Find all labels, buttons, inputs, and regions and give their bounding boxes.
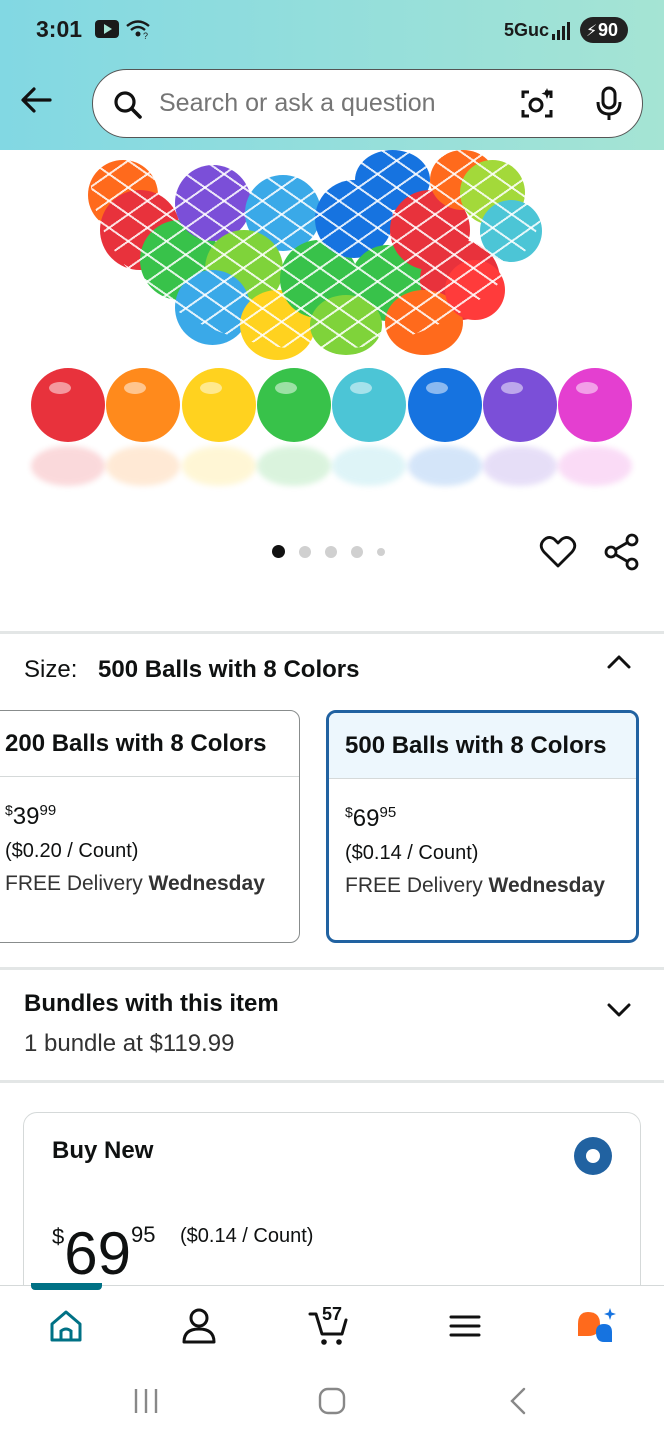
size-option-price: $3999 xyxy=(5,802,57,830)
chevron-down-icon[interactable] xyxy=(604,998,634,1022)
signal-icon xyxy=(552,22,570,40)
buy-new-radio[interactable] xyxy=(574,1137,612,1175)
status-bar: 3:01 ? 5Guc ⚡ 90 xyxy=(0,0,664,62)
size-option-per-count: ($0.14 / Count) xyxy=(345,842,479,864)
battery-indicator: ⚡ 90 xyxy=(580,17,628,43)
size-option-price: $6995 xyxy=(345,804,397,832)
size-option-per-count: ($0.20 / Count) xyxy=(5,840,139,862)
camera-search-icon[interactable] xyxy=(519,86,555,122)
size-option-delivery: FREE Delivery Wednesday xyxy=(345,874,605,897)
size-selected-value: 500 Balls with 8 Colors xyxy=(98,656,360,683)
status-icons: ? xyxy=(95,18,151,40)
rufus-assistant-icon[interactable] xyxy=(574,1304,618,1348)
size-option-200-balls[interactable]: 200 Balls with 8 Colors $3999 ($0.20 / C… xyxy=(0,710,300,943)
bottom-navigation xyxy=(0,1283,664,1365)
microphone-icon[interactable] xyxy=(593,86,625,122)
size-selector-header[interactable]: Size: 500 Balls with 8 Colors xyxy=(24,656,359,684)
battery-level: 90 xyxy=(597,20,619,40)
size-option-500-balls[interactable]: 500 Balls with 8 Colors $6995 ($0.14 / C… xyxy=(326,710,639,943)
active-tab-indicator xyxy=(31,1283,102,1290)
size-option-delivery: FREE Delivery Wednesday xyxy=(5,872,265,895)
color-ball-orange xyxy=(106,368,180,442)
menu-icon[interactable] xyxy=(443,1304,487,1348)
size-option-title: 200 Balls with 8 Colors xyxy=(0,711,299,777)
back-arrow-icon[interactable] xyxy=(18,82,54,118)
color-ball-red xyxy=(31,368,105,442)
color-ball-cyan xyxy=(332,368,406,442)
color-ball-pink xyxy=(558,368,632,442)
search-icon xyxy=(114,91,142,119)
cart-count-badge: 57 xyxy=(322,1304,343,1324)
size-option-title: 500 Balls with 8 Colors xyxy=(329,713,636,779)
buy-new-title: Buy New xyxy=(52,1137,154,1164)
youtube-notification-icon xyxy=(95,20,119,38)
size-label: Size: xyxy=(24,656,78,683)
image-pagination xyxy=(272,545,385,558)
share-icon[interactable] xyxy=(602,532,642,572)
divider xyxy=(0,967,664,970)
divider xyxy=(0,1080,664,1083)
bundles-subtitle: 1 bundle at $119.99 xyxy=(24,1030,235,1057)
header: 3:01 ? 5Guc ⚡ 90 xyxy=(0,0,664,150)
pagination-dot[interactable] xyxy=(272,545,285,558)
heart-icon[interactable] xyxy=(538,532,578,572)
recent-apps-icon[interactable] xyxy=(132,1387,160,1415)
buy-new-price: $6995 xyxy=(52,1220,156,1287)
system-navigation-bar xyxy=(0,1365,664,1440)
chevron-up-icon[interactable] xyxy=(604,650,634,674)
color-ball-green xyxy=(257,368,331,442)
pagination-dot[interactable] xyxy=(299,545,311,558)
color-ball-purple xyxy=(483,368,557,442)
account-icon[interactable] xyxy=(177,1304,221,1348)
pagination-dot[interactable] xyxy=(377,547,385,556)
pagination-dot[interactable] xyxy=(351,545,363,558)
product-image[interactable] xyxy=(0,150,664,510)
color-ball-blue xyxy=(408,368,482,442)
color-ball-yellow xyxy=(182,368,256,442)
divider xyxy=(0,631,664,634)
search-bar[interactable] xyxy=(92,69,643,138)
home-button-icon[interactable] xyxy=(318,1387,346,1415)
system-back-icon[interactable] xyxy=(506,1387,530,1415)
pagination-dot[interactable] xyxy=(325,545,337,558)
home-icon[interactable] xyxy=(44,1304,88,1348)
buy-new-card[interactable]: Buy New $6995 ($0.14 / Count) xyxy=(23,1112,641,1312)
bundles-title[interactable]: Bundles with this item xyxy=(24,990,279,1018)
mesh-net xyxy=(90,150,550,350)
wifi-icon: ? xyxy=(126,20,150,40)
charging-icon: ⚡ xyxy=(586,23,598,40)
buy-new-per-count: ($0.14 / Count) xyxy=(180,1225,314,1247)
status-time: 3:01 xyxy=(36,16,83,42)
search-input[interactable] xyxy=(159,70,489,136)
svg-text:?: ? xyxy=(143,31,148,40)
network-type: 5Guc xyxy=(504,20,550,40)
